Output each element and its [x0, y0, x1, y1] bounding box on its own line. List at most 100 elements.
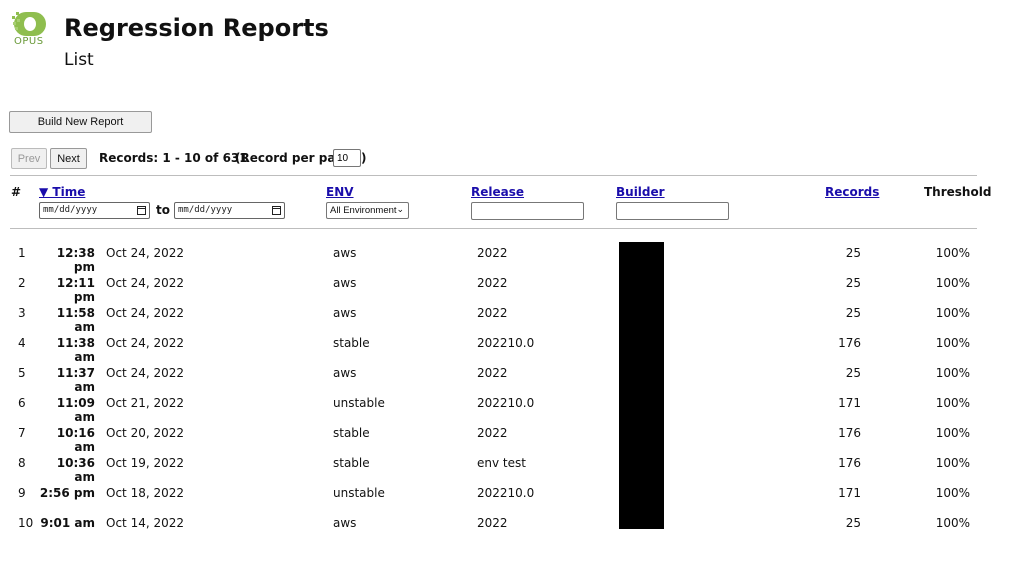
- column-header-records-sort-link[interactable]: Records: [825, 185, 879, 199]
- row-release: 2022: [477, 516, 508, 530]
- row-number: 5: [18, 366, 26, 380]
- row-threshold: 100%: [935, 306, 970, 320]
- row-env: stable: [333, 426, 370, 440]
- row-date: Oct 24, 2022: [106, 246, 184, 260]
- row-records: 25: [845, 366, 861, 380]
- table-row[interactable]: 5 11:37 am Oct 24, 2022 aws 2022 25 100%: [0, 366, 1024, 396]
- column-header-threshold: Threshold: [924, 185, 992, 199]
- row-env: aws: [333, 276, 357, 290]
- row-env: aws: [333, 246, 357, 260]
- env-filter-select[interactable]: All Environment ⌄: [326, 202, 409, 219]
- row-release: env test: [477, 456, 526, 470]
- row-records: 25: [845, 246, 861, 260]
- row-threshold: 100%: [935, 516, 970, 530]
- row-time: 11:37 am: [56, 366, 95, 394]
- row-date: Oct 20, 2022: [106, 426, 184, 440]
- column-header-time-sort-link[interactable]: ▼ Time: [39, 185, 85, 199]
- calendar-icon[interactable]: [137, 206, 146, 215]
- table-row[interactable]: 6 11:09 am Oct 21, 2022 unstable 202210.…: [0, 396, 1024, 426]
- row-env: aws: [333, 366, 357, 380]
- row-env: stable: [333, 456, 370, 470]
- build-new-report-button[interactable]: Build New Report: [9, 111, 152, 133]
- builder-column-redaction: [619, 242, 664, 529]
- date-range-to-label: to: [156, 203, 170, 217]
- builder-filter-input[interactable]: [616, 202, 729, 220]
- table-row[interactable]: 1 12:38 pm Oct 24, 2022 aws 2022 25 100%: [0, 246, 1024, 276]
- row-release: 202210.0: [477, 396, 535, 410]
- row-date: Oct 14, 2022: [106, 516, 184, 530]
- table-row[interactable]: 2 12:11 pm Oct 24, 2022 aws 2022 25 100%: [0, 276, 1024, 306]
- row-time: 2:56 pm: [39, 486, 95, 500]
- row-time: 10:36 am: [56, 456, 95, 484]
- row-number: 4: [18, 336, 26, 350]
- column-header-number: #: [11, 185, 22, 199]
- row-release: 2022: [477, 426, 508, 440]
- row-records: 176: [838, 336, 861, 350]
- header-divider: [10, 228, 977, 229]
- row-threshold: 100%: [935, 246, 970, 260]
- row-threshold: 100%: [935, 336, 970, 350]
- row-date: Oct 21, 2022: [106, 396, 184, 410]
- calendar-icon[interactable]: [272, 206, 281, 215]
- row-release: 2022: [477, 276, 508, 290]
- date-to-input[interactable]: mm/dd/yyyy: [174, 202, 285, 219]
- row-number: 3: [18, 306, 26, 320]
- row-time: 10:16 am: [56, 426, 95, 454]
- table-row[interactable]: 8 10:36 am Oct 19, 2022 stable env test …: [0, 456, 1024, 486]
- row-records: 25: [845, 306, 861, 320]
- row-number: 6: [18, 396, 26, 410]
- table-row[interactable]: 10 9:01 am Oct 14, 2022 aws 2022 25 100%: [0, 516, 1024, 546]
- page-title: Regression Reports: [64, 14, 329, 42]
- env-filter-selected-value: All Environment: [330, 205, 397, 216]
- records-range-text: Records: 1 - 10 of 631: [99, 151, 248, 165]
- row-time: 11:09 am: [56, 396, 95, 424]
- date-from-placeholder: mm/dd/yyyy: [43, 205, 98, 215]
- table-row[interactable]: 7 10:16 am Oct 20, 2022 stable 2022 176 …: [0, 426, 1024, 456]
- row-date: Oct 24, 2022: [106, 306, 184, 320]
- records-per-page-close-paren: ): [361, 151, 367, 165]
- row-number: 7: [18, 426, 26, 440]
- row-release: 202210.0: [477, 336, 535, 350]
- row-number: 9: [18, 486, 26, 500]
- prev-page-button[interactable]: Prev: [11, 148, 47, 169]
- records-per-page-input[interactable]: [333, 149, 361, 167]
- row-date: Oct 24, 2022: [106, 366, 184, 380]
- row-time: 12:38 pm: [56, 246, 95, 274]
- row-date: Oct 24, 2022: [106, 336, 184, 350]
- table-row[interactable]: 9 2:56 pm Oct 18, 2022 unstable 202210.0…: [0, 486, 1024, 516]
- row-threshold: 100%: [935, 396, 970, 410]
- table-row[interactable]: 3 11:58 am Oct 24, 2022 aws 2022 25 100%: [0, 306, 1024, 336]
- row-release: 2022: [477, 306, 508, 320]
- row-release: 2022: [477, 366, 508, 380]
- row-records: 176: [838, 456, 861, 470]
- row-threshold: 100%: [935, 276, 970, 290]
- row-time: 9:01 am: [40, 516, 95, 530]
- row-number: 1: [18, 246, 26, 260]
- row-number: 8: [18, 456, 26, 470]
- row-time: 12:11 pm: [56, 276, 95, 304]
- row-threshold: 100%: [935, 366, 970, 380]
- row-env: unstable: [333, 396, 385, 410]
- logo-text: OPUS: [14, 36, 44, 47]
- row-records: 171: [838, 396, 861, 410]
- row-env: aws: [333, 516, 357, 530]
- table-row[interactable]: 4 11:38 am Oct 24, 2022 stable 202210.0 …: [0, 336, 1024, 366]
- column-header-builder-sort-link[interactable]: Builder: [616, 185, 665, 199]
- row-release: 2022: [477, 246, 508, 260]
- row-time: 11:38 am: [56, 336, 95, 364]
- release-filter-input[interactable]: [471, 202, 584, 220]
- row-threshold: 100%: [935, 486, 970, 500]
- row-threshold: 100%: [935, 426, 970, 440]
- date-from-input[interactable]: mm/dd/yyyy: [39, 202, 150, 219]
- row-number: 10: [18, 516, 34, 530]
- column-header-env-sort-link[interactable]: ENV: [326, 185, 354, 199]
- row-env: unstable: [333, 486, 385, 500]
- row-release: 202210.0: [477, 486, 535, 500]
- next-page-button[interactable]: Next: [50, 148, 87, 169]
- row-time: 11:58 am: [56, 306, 95, 334]
- row-env: stable: [333, 336, 370, 350]
- row-records: 176: [838, 426, 861, 440]
- row-date: Oct 18, 2022: [106, 486, 184, 500]
- row-env: aws: [333, 306, 357, 320]
- column-header-release-sort-link[interactable]: Release: [471, 185, 524, 199]
